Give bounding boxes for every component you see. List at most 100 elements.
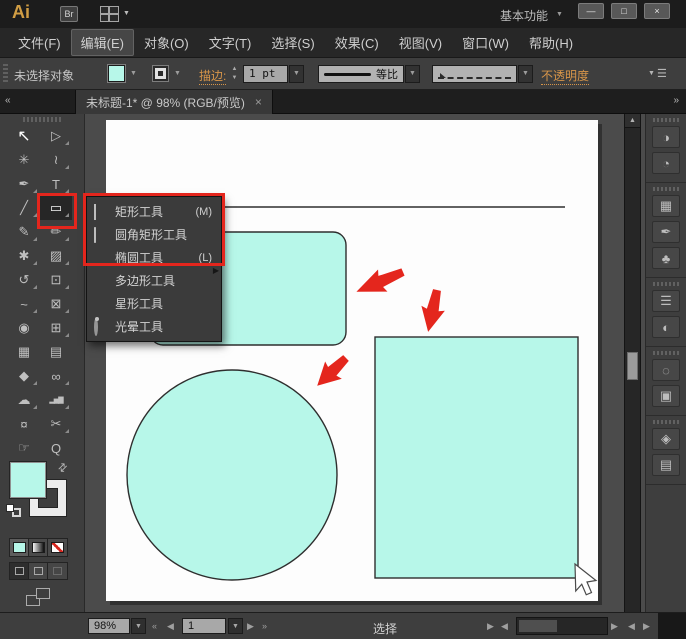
rotate-tool[interactable]: ↺ <box>8 268 40 292</box>
arrange-documents-icon[interactable] <box>100 6 119 22</box>
panel-group-grip[interactable] <box>653 187 679 191</box>
draw-normal-button[interactable] <box>10 563 29 579</box>
menu-help[interactable]: 帮助(H) <box>519 29 583 56</box>
flyout-tearoff-icon[interactable]: ▶ <box>213 266 219 275</box>
zoom-level-field[interactable]: 98% <box>88 618 130 634</box>
stroke-width-field[interactable]: 1 pt <box>243 65 288 83</box>
canvas-area[interactable]: ▲ 矩形工具 (M) 圆角矩形工具 椭圆工具 (L) <box>85 114 645 612</box>
corner-scroll-right-icon[interactable]: ▶ <box>643 621 650 632</box>
minimize-button[interactable]: — <box>578 3 604 19</box>
collapse-toolbar-icon[interactable]: « <box>5 95 11 106</box>
flyout-item-polygon-tool[interactable]: 多边形工具 <box>87 269 221 292</box>
menu-file[interactable]: 文件(F) <box>8 29 71 56</box>
collapse-panels-icon[interactable]: » <box>673 95 679 106</box>
fill-color-swatch[interactable] <box>108 65 125 82</box>
brushes-panel-icon[interactable]: ✒ <box>652 221 680 243</box>
arrange-documents-caret-icon[interactable]: ▼ <box>123 10 130 17</box>
scroll-left-icon[interactable]: ◀ <box>501 621 508 632</box>
document-tab[interactable]: 未标题-1* @ 98% (RGB/预览) × <box>75 90 273 114</box>
transparency-panel-icon[interactable]: ◐ <box>652 316 680 338</box>
panel-group-grip[interactable] <box>653 420 679 424</box>
panel-group-grip[interactable] <box>653 351 679 355</box>
stepper-down-icon[interactable]: ▼ <box>232 74 238 82</box>
menu-effect[interactable]: 效果(C) <box>325 29 389 56</box>
hand-tool[interactable]: ☞ <box>8 436 40 460</box>
swap-fill-stroke-icon[interactable]: ⇄ <box>55 460 71 476</box>
perspective-grid-tool[interactable]: ⊞ <box>40 316 72 340</box>
stroke-panel-link[interactable]: 描边: <box>199 67 226 85</box>
profile-caret-icon[interactable]: ▼ <box>405 65 420 83</box>
previous-artboard-icon[interactable]: ◀ <box>167 621 174 632</box>
panel-group-grip[interactable] <box>653 282 679 286</box>
brush-caret-icon[interactable]: ▼ <box>518 65 533 83</box>
artboard-number-field[interactable]: 1 <box>182 618 226 634</box>
gradient-button[interactable] <box>29 539 48 556</box>
scroll-right-icon[interactable]: ▶ <box>611 621 618 632</box>
horizontal-scrollbar[interactable] <box>516 617 608 635</box>
brush-definition-select[interactable] <box>432 65 517 83</box>
appearance-panel-icon[interactable]: ◌ <box>652 359 680 381</box>
menu-window[interactable]: 窗口(W) <box>452 29 519 56</box>
blob-brush-tool[interactable]: ✱ <box>8 244 40 268</box>
bridge-button[interactable]: Br <box>60 6 78 22</box>
selection-tool[interactable]: ↖ <box>8 124 40 148</box>
control-bar-grip[interactable] <box>3 64 8 84</box>
scale-tool[interactable]: ⊡ <box>40 268 72 292</box>
line-segment-tool[interactable]: ╱ <box>8 196 40 220</box>
tools-panel-grip[interactable] <box>23 117 61 122</box>
flyout-item-flare-tool[interactable]: 光晕工具 <box>87 315 221 338</box>
flyout-item-rectangle-tool[interactable]: 矩形工具 (M) <box>87 200 221 223</box>
shape-builder-tool[interactable]: ◉ <box>8 316 40 340</box>
opacity-panel-link[interactable]: 不透明度 <box>541 67 589 85</box>
menu-edit[interactable]: 编辑(E) <box>71 29 134 56</box>
column-graph-tool[interactable]: ▂▅▇ <box>40 388 72 412</box>
corner-scroll-left-icon[interactable]: ◀ <box>628 621 635 632</box>
menu-type[interactable]: 文字(T) <box>199 29 262 56</box>
width-profile-select[interactable]: 等比 <box>318 65 404 83</box>
symbols-panel-icon[interactable]: ♣ <box>652 247 680 269</box>
stroke-width-caret-icon[interactable]: ▼ <box>289 65 304 83</box>
fill-swatch[interactable] <box>10 462 46 498</box>
eraser-tool[interactable]: ▨ <box>40 244 72 268</box>
maximize-button[interactable]: □ <box>611 3 637 19</box>
status-menu-icon[interactable]: ▶ <box>487 621 494 632</box>
horizontal-scroll-thumb[interactable] <box>519 620 557 632</box>
magic-wand-tool[interactable]: ✳ <box>8 148 40 172</box>
mesh-tool[interactable]: ▦ <box>8 340 40 364</box>
stroke-width-stepper[interactable]: ▲ ▼ <box>230 65 239 82</box>
vertical-scrollbar[interactable]: ▲ <box>624 114 641 612</box>
flyout-item-ellipse-tool[interactable]: 椭圆工具 (L) <box>87 246 221 269</box>
workspace-switcher[interactable]: 基本功能 <box>500 7 548 24</box>
document-tab-close-icon[interactable]: × <box>255 95 262 109</box>
stroke-proxy-caret-icon[interactable]: ▼ <box>174 70 181 77</box>
flyout-item-star-tool[interactable]: 星形工具 <box>87 292 221 315</box>
next-artboard-icon[interactable]: ▶ <box>247 621 254 632</box>
first-artboard-icon[interactable]: « <box>152 621 157 631</box>
width-tool[interactable]: ~ <box>8 292 40 316</box>
zoom-tool[interactable]: Q <box>40 436 72 460</box>
pen-tool[interactable]: ✒ <box>8 172 40 196</box>
close-button[interactable]: × <box>644 3 670 19</box>
gradient-tool[interactable]: ▤ <box>40 340 72 364</box>
none-button[interactable] <box>48 539 67 556</box>
workspace-caret-icon[interactable]: ▼ <box>556 11 563 18</box>
menu-select[interactable]: 选择(S) <box>261 29 324 56</box>
direct-selection-tool[interactable]: ▷ <box>40 124 72 148</box>
vertical-scroll-thumb[interactable] <box>627 352 638 380</box>
fill-caret-icon[interactable]: ▼ <box>130 70 137 77</box>
draw-inside-button[interactable] <box>48 563 67 579</box>
default-fill-stroke-icon[interactable] <box>6 504 21 517</box>
screen-mode-button[interactable] <box>26 588 50 606</box>
flyout-item-rounded-rectangle-tool[interactable]: 圆角矩形工具 <box>87 223 221 246</box>
artboards-panel-icon[interactable]: ▤ <box>652 454 680 476</box>
lasso-tool[interactable]: ≀ <box>40 148 72 172</box>
artboard-tool[interactable]: ¤ <box>8 412 40 436</box>
menu-view[interactable]: 视图(V) <box>389 29 452 56</box>
circle-shape[interactable] <box>127 370 337 580</box>
zoom-caret-icon[interactable]: ▼ <box>131 618 146 634</box>
blend-tool[interactable]: ∞ <box>40 364 72 388</box>
color-panel-icon[interactable]: ◑ <box>652 126 680 148</box>
stroke-panel-icon[interactable]: ☰ <box>652 290 680 312</box>
stepper-up-icon[interactable]: ▲ <box>232 65 238 73</box>
color-guide-panel-icon[interactable]: ◔ <box>652 152 680 174</box>
